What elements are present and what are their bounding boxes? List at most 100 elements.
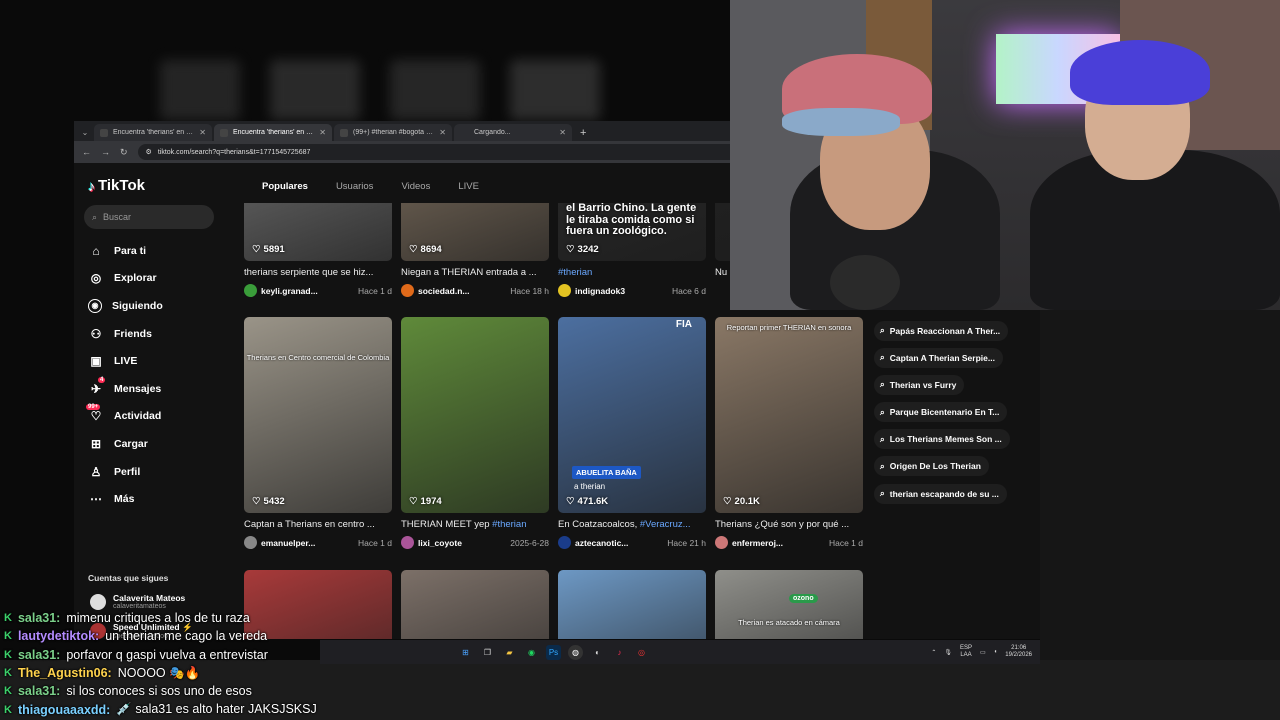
video-card[interactable]: ♡ 1974 THERIAN MEET yep #therian lixi_coyot…: [401, 317, 549, 549]
video-thumbnail[interactable]: ♡ 5891: [244, 203, 392, 261]
avatar[interactable]: [401, 536, 414, 549]
related-search-pill[interactable]: ⌕ Captan A Therian Serpie...: [874, 347, 1003, 368]
tab-live[interactable]: LIVE: [458, 181, 479, 192]
video-card[interactable]: Therians en Centro comercial de Colombia…: [244, 317, 392, 549]
tab-usuarios[interactable]: Usuarios: [336, 181, 374, 192]
username[interactable]: sociedad.n...: [418, 286, 506, 296]
sidebar-item-friends[interactable]: ⚇ Friends: [88, 320, 163, 348]
sidebar-item-cargar[interactable]: ⊞ Cargar: [88, 430, 163, 458]
reload-icon[interactable]: ↻: [120, 147, 128, 158]
avatar[interactable]: [715, 536, 728, 549]
close-icon[interactable]: ✕: [319, 128, 326, 137]
video-thumbnail[interactable]: [558, 570, 706, 639]
clock[interactable]: 21:06 19/2/2026: [1005, 645, 1032, 658]
video-card[interactable]: ♡ 8694 Niegan a THERIAN entrada a ... socie…: [401, 203, 549, 297]
heart-icon: ♡: [409, 496, 418, 507]
sidebar-item-siguiendo[interactable]: ◉ Siguiendo: [88, 292, 163, 320]
tiktok-logo[interactable]: ♪ TikTok: [88, 177, 145, 194]
volume-icon[interactable]: ◖: [994, 649, 998, 655]
related-search-pill[interactable]: ⌕ Papás Reaccionan A Ther...: [874, 320, 1009, 341]
post-time: Hace 21 h: [667, 537, 706, 548]
new-tab-button[interactable]: +: [574, 127, 592, 141]
video-thumbnail[interactable]: FIA ABUELITA BAÑA a therian ♡ 471.6K: [558, 317, 706, 513]
related-search-pill[interactable]: ⌕ Parque Bicentenario En T...: [874, 402, 1008, 423]
tiktok-app-icon[interactable]: ♪: [612, 645, 627, 660]
video-caption[interactable]: En Coatzacoalcos, #Veracruz...: [558, 519, 706, 530]
browser-tab-active[interactable]: Encuentra 'therians' en TikTok | ✕: [214, 124, 332, 141]
hashtag-link[interactable]: #therian: [492, 519, 526, 530]
avatar[interactable]: [558, 536, 571, 549]
chevron-up-icon[interactable]: ⌃: [931, 649, 936, 656]
video-card[interactable]: el Barrio Chino. La gente le tiraba comi…: [558, 203, 706, 297]
following-account[interactable]: Calaverita Mateos calaveritamateos: [90, 593, 185, 610]
video-meta: aztecanotic... Hace 21 h: [558, 536, 706, 549]
video-caption[interactable]: Niegan a THERIAN entrada a ...: [401, 267, 549, 278]
network-icon[interactable]: ▭: [980, 649, 986, 656]
record-icon[interactable]: ◎: [634, 645, 649, 660]
hashtag-link[interactable]: #Veracruz...: [640, 519, 691, 530]
sidebar-item-mensajes[interactable]: ✈ 4 Mensajes: [88, 375, 163, 403]
video-thumbnail[interactable]: ♡ 8694: [401, 203, 549, 261]
video-card[interactable]: FIA ABUELITA BAÑA a therian ♡ 471.6K En Coatz…: [558, 317, 706, 549]
hashtag-link[interactable]: #therian: [558, 267, 592, 278]
video-thumbnail[interactable]: Therians en Centro comercial de Colombia…: [244, 317, 392, 513]
username[interactable]: keyli.granad...: [261, 286, 354, 296]
close-icon[interactable]: ✕: [199, 128, 206, 137]
username[interactable]: aztecanotic...: [575, 538, 663, 548]
related-search-pill[interactable]: ⌕ Origen De Los Therian: [874, 456, 989, 477]
video-thumbnail[interactable]: ♡ 1974: [401, 317, 549, 513]
browser-tab[interactable]: Cargando... ✕: [454, 124, 572, 141]
related-search-pill[interactable]: ⌕ Therian vs Furry: [874, 374, 965, 395]
related-search-pill[interactable]: ⌕ therian escapando de su ...: [874, 483, 1007, 504]
video-caption[interactable]: Therians ¿Qué son y por qué ...: [715, 519, 863, 530]
avatar[interactable]: [401, 284, 414, 297]
related-search-row: ⌕ Therian vs Furry: [874, 374, 1010, 401]
system-tray: ⌃ 🎙 ESP LAA ▭ ◖ 21:06 19/2/2026: [931, 645, 1032, 658]
forward-icon[interactable]: →: [101, 147, 110, 157]
avatar[interactable]: [244, 284, 257, 297]
username[interactable]: enfermeroj...: [732, 538, 825, 548]
video-card[interactable]: ♡ 5891 therians serpiente que se hiz... key…: [244, 203, 392, 297]
blurred-right-panel: [1040, 310, 1280, 720]
related-search-pill[interactable]: ⌕ Los Therians Memes Son ...: [874, 429, 1010, 450]
obs-icon[interactable]: ◐: [590, 645, 605, 660]
browser-tab[interactable]: (99+) #therian #bogota #parati ✕: [334, 124, 452, 141]
avatar[interactable]: [558, 284, 571, 297]
browser-tab[interactable]: Encuentra 'therians' en TikTok | ✕: [94, 124, 212, 141]
video-caption[interactable]: #therian: [558, 267, 706, 278]
close-icon[interactable]: ✕: [439, 128, 446, 137]
username[interactable]: indignadok3: [575, 286, 668, 296]
video-card[interactable]: Therian es atacado en cámara ozono: [715, 570, 863, 639]
close-icon[interactable]: ✕: [559, 128, 566, 137]
sidebar-item-perfil[interactable]: ♙ Perfil: [88, 458, 163, 486]
sidebar-item-explorar[interactable]: ◎ Explorar: [88, 265, 163, 293]
chrome-icon[interactable]: ◍: [568, 644, 583, 660]
mic-icon[interactable]: 🎙: [944, 649, 952, 656]
search-input[interactable]: ⌕ Buscar: [84, 205, 214, 229]
post-time: Hace 1 d: [828, 537, 863, 548]
heart-icon: ♡: [723, 496, 732, 507]
video-caption[interactable]: Captan a Therians en centro ...: [244, 519, 392, 530]
video-thumbnail[interactable]: el Barrio Chino. La gente le tiraba comi…: [558, 203, 706, 261]
tab-videos[interactable]: Videos: [401, 181, 430, 192]
video-thumbnail[interactable]: Reportan primer THERIAN en sonora ♡ 20.1K: [715, 317, 863, 513]
site-info-icon[interactable]: ⚙: [146, 148, 152, 156]
video-thumbnail[interactable]: Therian es atacado en cámara ozono: [715, 570, 863, 639]
sidebar-item-más[interactable]: ⋯ Más: [88, 485, 163, 513]
username[interactable]: lixi_coyote: [418, 538, 506, 548]
tab-search-button[interactable]: ⌄: [78, 125, 92, 139]
tab-title: Encuentra 'therians' en TikTok |: [113, 129, 195, 136]
video-caption[interactable]: therians serpiente que se hiz...: [244, 267, 392, 278]
sidebar-item-live[interactable]: ▣ LIVE: [88, 347, 163, 375]
tab-populares[interactable]: Populares: [262, 181, 308, 192]
video-caption[interactable]: THERIAN MEET yep #therian: [401, 519, 549, 530]
post-time: Hace 1 d: [357, 537, 392, 548]
username[interactable]: emanuelper...: [261, 538, 354, 548]
sidebar-item-para-ti[interactable]: ⌂ Para ti: [88, 237, 163, 265]
avatar[interactable]: [244, 536, 257, 549]
video-card[interactable]: Reportan primer THERIAN en sonora ♡ 20.1K T…: [715, 317, 863, 549]
video-card[interactable]: [558, 570, 706, 639]
sidebar-item-actividad[interactable]: ♡ 99+ Actividad: [86, 403, 163, 431]
back-icon[interactable]: ←: [82, 147, 91, 157]
language-indicator[interactable]: ESP LAA: [960, 645, 972, 658]
